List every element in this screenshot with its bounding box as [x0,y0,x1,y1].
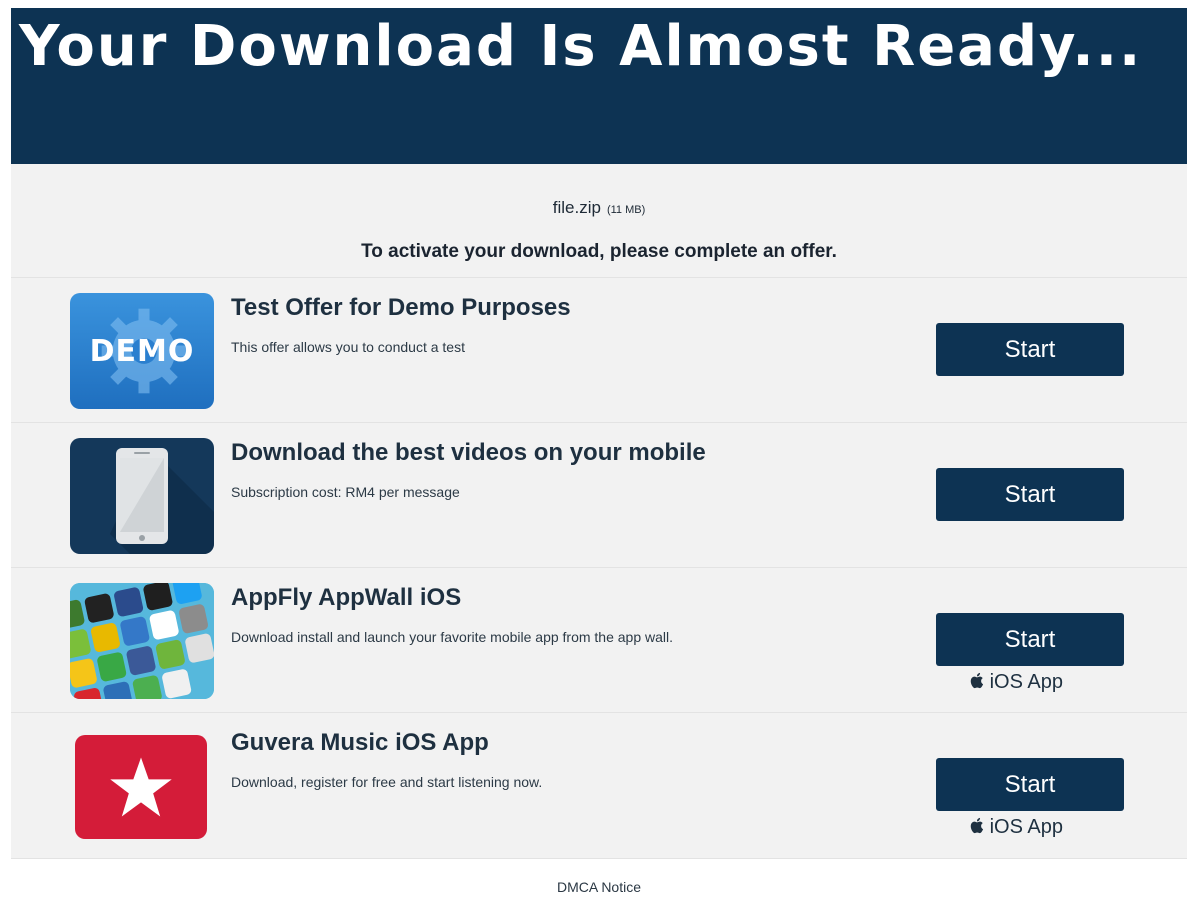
offer-item: AppFly AppWall iOS Download install and … [11,568,1187,713]
apple-icon [970,817,984,834]
start-button[interactable]: Start [936,758,1124,811]
page-footer: DMCA Notice [11,859,1187,919]
download-page: Your Download Is Almost Ready... file.zi… [11,8,1187,919]
offer-description: This offer allows you to conduct a test [231,339,465,355]
offer-title[interactable]: Download the best videos on your mobile [231,439,706,467]
start-button[interactable]: Start [936,613,1124,666]
offer-title[interactable]: Guvera Music iOS App [231,729,489,757]
file-size: (11 MB) [606,204,646,216]
offer-description: Download, register for free and start li… [231,774,543,790]
star-icon [110,757,172,817]
app-wall-icon [70,583,214,699]
start-button[interactable]: Start [936,468,1124,521]
offer-item: Download the best videos on your mobile … [11,423,1187,568]
mobile-phone-icon [70,438,214,554]
file-info: file.zip (11 MB) [11,164,1187,242]
offer-description: Subscription cost: RM4 per message [231,484,460,500]
file-name: file.zip [552,198,601,217]
app-icons-grid-icon [70,583,214,699]
offer-list: DEMO Test Offer for Demo Purposes This o… [11,278,1187,859]
ios-app-label: iOS App [989,671,1063,693]
offer-item: Guvera Music iOS App Download, register … [11,713,1187,859]
offer-description: Download install and launch your favorit… [231,629,674,645]
page-header: Your Download Is Almost Ready... [11,8,1187,164]
guvera-star-icon [75,735,207,839]
demo-gear-icon: DEMO [70,293,214,409]
ios-app-label: iOS App [989,816,1063,838]
ios-app-badge: iOS App [969,671,1063,694]
ios-app-badge: iOS App [969,816,1063,839]
phone-icon [110,448,214,554]
offer-title[interactable]: Test Offer for Demo Purposes [231,294,571,322]
page-title: Your Download Is Almost Ready... [19,14,1143,79]
offer-title[interactable]: AppFly AppWall iOS [231,584,461,612]
instruction-text: To activate your download, please comple… [11,242,1187,278]
offer-item: DEMO Test Offer for Demo Purposes This o… [11,278,1187,423]
demo-thumb-label: DEMO [89,333,195,369]
start-button[interactable]: Start [936,323,1124,376]
apple-icon [970,672,984,689]
dmca-notice-link[interactable]: DMCA Notice [557,879,641,895]
